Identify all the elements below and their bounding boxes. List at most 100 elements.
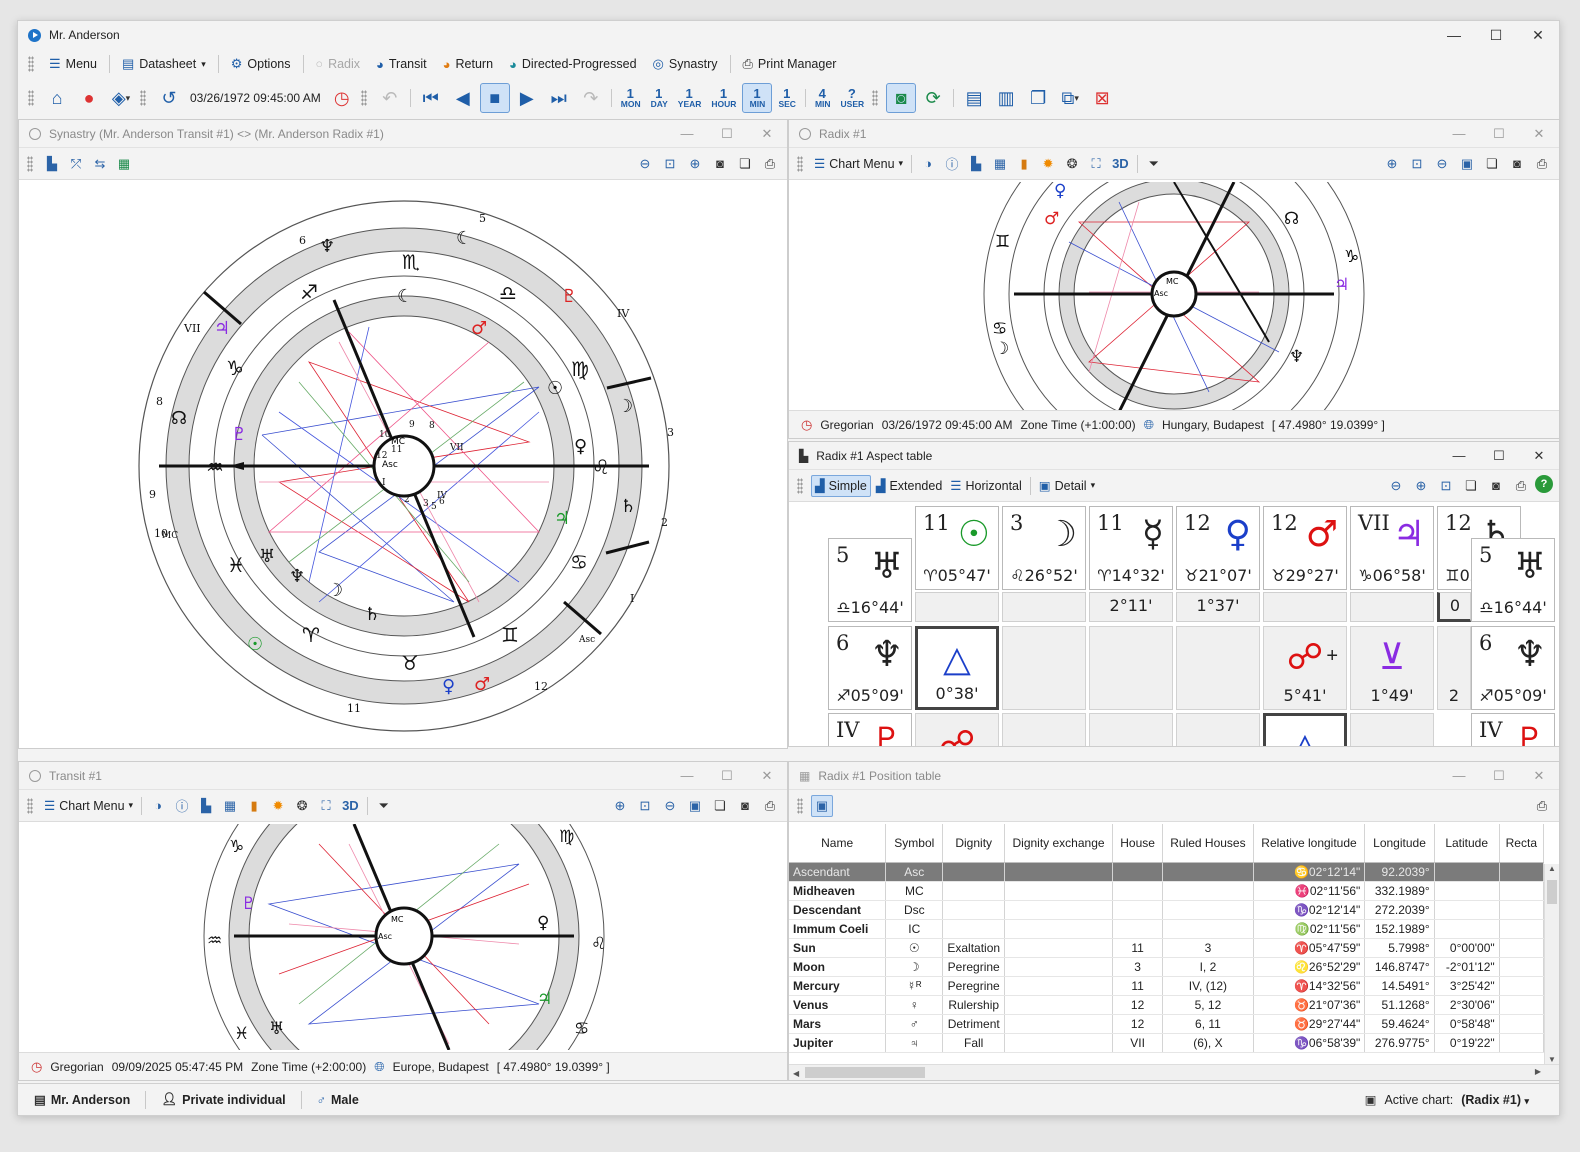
panel-minimize-button[interactable]: — [667,768,707,784]
panel-minimize-button[interactable]: — [1439,768,1479,784]
clipboard-icon[interactable]: ❏ [709,795,731,817]
panel-minimize-button[interactable]: — [1439,126,1479,142]
person-name-item[interactable]: ▤ Mr. Anderson [28,1092,136,1108]
datasheet-button[interactable]: ▤ Datasheet ▾ [115,52,213,76]
zoom-fit-icon[interactable]: ⊡ [634,795,656,817]
map-icon[interactable]: ◈ ▾ [106,83,136,113]
table-row[interactable]: Moon ☽ Peregrine 3 I, 2 ♌26°52'29" 146.8747° -2… [789,957,1544,977]
radix-button[interactable]: ○ Radix [309,52,368,76]
col-house[interactable]: House [1112,824,1164,863]
col-name[interactable]: Name [789,824,887,863]
panel-close-button[interactable]: ✕ [747,126,787,142]
clock-icon[interactable]: ◷ [327,83,357,113]
aspect-row-pluto[interactable]: IV ♇ [828,713,912,746]
chart-type-icon[interactable]: ▙ [965,153,987,175]
last-icon[interactable]: ⏭ [544,83,574,113]
zoom-fit-icon[interactable]: ⊡ [1406,153,1428,175]
chart-menu-button[interactable]: ☰ Chart Menu ▾ [41,795,136,817]
detail-dropdown[interactable]: ▣ Detail ▾ [1036,475,1098,497]
active-chart-dropdown[interactable]: (Radix #1) ▾ [1461,1093,1529,1107]
horizontal-scrollbar[interactable]: ◀ ▶ [789,1064,1559,1080]
maximize-button[interactable]: ☐ [1475,27,1517,44]
aspect-grid[interactable]: 5 ♅ ♎16°44' 11 ☉ ♈05°47' 3 ☽ ♌26°52' 11 ☿ ♈14°32… [789,506,1559,746]
current-datetime[interactable]: 03/26/1972 09:45:00 AM [186,91,325,105]
chart-menu-button[interactable]: ☰ Chart Menu ▾ [811,153,906,175]
aspect-lines-icon[interactable]: ⤱ [65,153,87,175]
filter-icon[interactable]: ⏷ [373,795,395,817]
layout-columns-icon[interactable]: ▥ [991,83,1021,113]
image-icon[interactable]: ▣ [684,795,706,817]
layout-rows-icon[interactable]: ▤ [959,83,989,113]
aspect-header-moon[interactable]: 3 ☽ ♌26°52' [1002,506,1086,590]
clipboard-icon[interactable]: ❏ [1460,475,1482,497]
tab-horizontal[interactable]: ☰ Horizontal [947,475,1025,497]
col-ruled-houses[interactable]: Ruled Houses [1162,824,1254,863]
location-pin-icon[interactable]: ● [74,83,104,113]
aspect-header-mars[interactable]: 12 ♂ ♉29°27' [1263,506,1347,590]
table-icon[interactable]: ▦ [219,795,241,817]
panel-close-button[interactable]: ✕ [747,768,787,784]
close-button[interactable]: ✕ [1517,27,1559,44]
home-icon[interactable]: ⌂ [42,83,72,113]
table-icon[interactable]: ▦ [989,153,1011,175]
bar-chart-icon[interactable]: ▮ [243,795,265,817]
zoom-out-icon[interactable]: ⊖ [659,795,681,817]
minimize-button[interactable]: — [1433,27,1475,44]
directed-progressed-button[interactable]: ◕ Directed-Progressed [502,52,644,76]
layout-cascade-icon[interactable]: ❐ [1023,83,1053,113]
info-icon[interactable]: ⓘ [941,153,963,175]
col-dignity[interactable]: Dignity [942,824,1006,863]
table-row[interactable]: Jupiter ♃ Fall VII (6), X ♑06°58'39" 276.9775°… [789,1033,1544,1053]
zoom-out-icon[interactable]: ⊖ [1385,475,1407,497]
3d-icon[interactable]: 3D [339,795,362,817]
filter-icon[interactable]: ⏷ [1143,153,1165,175]
panel-close-button[interactable]: ✕ [1519,448,1559,464]
table-layout-icon[interactable]: ▣ [811,794,833,817]
col-dignity-exchange[interactable]: Dignity exchange [1004,824,1113,863]
print-icon[interactable]: ⎙ [1510,475,1532,497]
table-row[interactable]: Immum Coeli IC ♍02°11'56" 152.1989° [789,919,1544,939]
camera-icon[interactable]: ◙ [709,153,731,175]
aspect-trine-cell[interactable]: △ 0°38' [915,626,999,710]
col-symbol[interactable]: Symbol [885,824,944,863]
close-all-icon[interactable]: ⊠ [1087,83,1117,113]
clipboard-icon[interactable]: ❏ [1481,153,1503,175]
aspect-header-uranus[interactable]: 5 ♅ ♎16°44' [828,538,912,622]
step-year[interactable]: 1 YEAR [674,87,706,109]
auto-icon[interactable]: ◙ [886,83,917,113]
3d-icon[interactable]: 3D [1109,153,1132,175]
zoom-in-icon[interactable]: ⊕ [1410,475,1432,497]
panel-minimize-button[interactable]: — [1439,448,1479,464]
step-hour[interactable]: 1 HOUR [707,87,740,109]
table-row[interactable]: Venus ♀ Rulership 12 5, 12 ♉21°07'36" 51.1268°… [789,995,1544,1015]
gender-item[interactable]: ♂ Male [311,1093,365,1107]
camera-icon[interactable]: ◙ [1485,475,1507,497]
hierarchy-icon[interactable]: ⛶ [315,795,337,817]
zoom-in-icon[interactable]: ⊕ [609,795,631,817]
panel-maximize-button[interactable]: ☐ [1479,768,1519,784]
tab-extended[interactable]: ▟ Extended [873,475,945,497]
aspect-row-neptune[interactable]: 6 ♆ ♐05°09' [828,626,912,710]
zoom-fit-icon[interactable]: ⊡ [1435,475,1457,497]
print-manager-button[interactable]: ⎙ Print Manager [736,52,844,76]
zoom-fit-icon[interactable]: ⊡ [659,153,681,175]
tab-simple[interactable]: ▟ Simple [811,474,871,497]
zoom-out-icon[interactable]: ⊖ [1431,153,1453,175]
step-min[interactable]: 1 MIN [742,83,773,113]
print-icon[interactable]: ⎙ [1531,153,1553,175]
panel-minimize-button[interactable]: — [667,126,707,142]
settings-wheel-icon[interactable]: ❂ [291,795,313,817]
print-icon[interactable]: ⎙ [759,153,781,175]
grid-icon[interactable]: ▦ [113,153,135,175]
chart-type-icon[interactable]: ▙ [41,153,63,175]
position-table[interactable]: Name Symbol Dignity Dignity exchange Hou… [789,824,1544,1053]
panel-close-button[interactable]: ✕ [1519,126,1559,142]
help-icon[interactable]: ? [1535,474,1553,493]
col-latitude[interactable]: Latitude [1434,824,1500,863]
step-sec[interactable]: 1 SEC [774,87,799,109]
zoom-out-icon[interactable]: ⊖ [634,153,656,175]
options-button[interactable]: ⚙ Options [224,52,298,76]
panel-maximize-button[interactable]: ☐ [1479,448,1519,464]
camera-icon[interactable]: ◙ [1506,153,1528,175]
stop-icon[interactable]: ■ [479,83,510,113]
